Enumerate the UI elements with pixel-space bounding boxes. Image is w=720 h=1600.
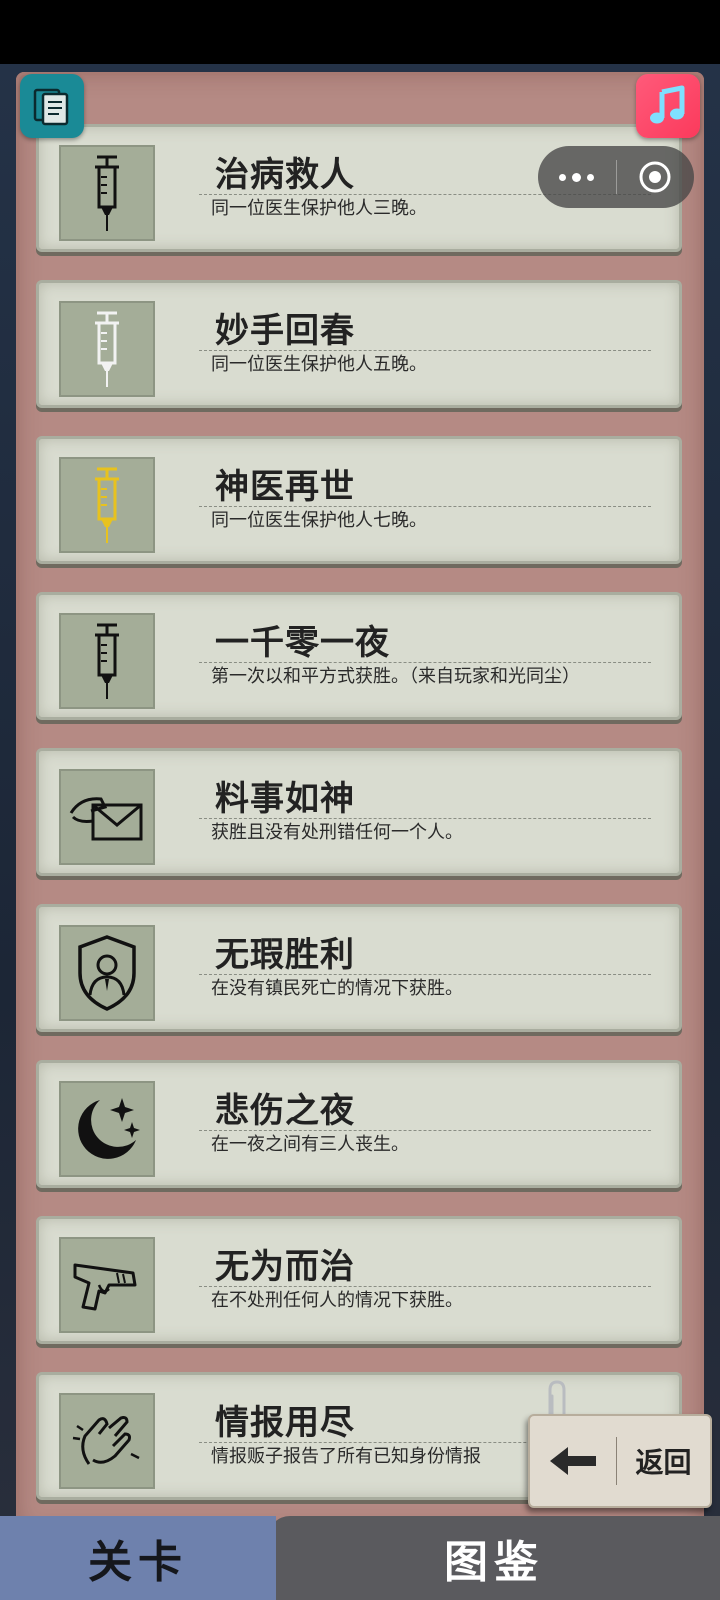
dashed-divider — [199, 818, 651, 819]
back-label: 返回 — [635, 1446, 692, 1479]
notes-button[interactable] — [20, 74, 84, 138]
achievement-description: 第一次以和平方式获胜。（来自玩家和光同尘） — [211, 666, 580, 687]
achievement-title: 治病救人 — [215, 155, 355, 195]
achievement-title: 悲伤之夜 — [215, 1091, 355, 1131]
achievement-card[interactable]: 神医再世同一位医生保护他人七晚。 — [36, 436, 682, 564]
target-icon — [639, 161, 671, 193]
achievement-description: 在没有镇民死亡的情况下获胜。 — [211, 978, 463, 999]
tab-collection[interactable]: 图鉴 — [268, 1516, 720, 1600]
achievement-card[interactable]: 妙手回春同一位医生保护他人五晚。 — [36, 280, 682, 408]
shield-person-icon — [72, 933, 142, 1013]
dashed-divider — [199, 974, 651, 975]
syringe-icon — [87, 621, 127, 701]
achievement-title: 一千零一夜 — [215, 623, 390, 663]
achievement-card[interactable]: 无为而治在不处刑任何人的情况下获胜。 — [36, 1216, 682, 1344]
achievement-thumbnail — [59, 145, 155, 241]
achievement-description: 在不处刑任何人的情况下获胜。 — [211, 1290, 463, 1311]
moon-stars-icon — [70, 1092, 144, 1166]
achievement-thumbnail — [59, 925, 155, 1021]
achievement-thumbnail — [59, 301, 155, 397]
achievement-thumbnail — [59, 769, 155, 865]
achievement-description: 获胜且没有处刑错任何一个人。 — [211, 822, 463, 843]
tab-levels[interactable]: 关卡 — [0, 1516, 276, 1600]
achievement-card[interactable]: 一千零一夜第一次以和平方式获胜。（来自玩家和光同尘） — [36, 592, 682, 720]
syringe-icon — [87, 153, 127, 233]
achievement-title: 情报用尽 — [215, 1403, 355, 1443]
dashed-divider — [199, 350, 651, 351]
pistol-icon — [69, 1255, 145, 1315]
clapping-hands-icon — [69, 1406, 145, 1476]
more-button[interactable] — [538, 146, 616, 208]
close-miniprogram-button[interactable] — [617, 146, 695, 208]
achievement-list[interactable]: 治病救人 同一位医生保护他人三晚。 妙手回春 同一位医生保护他人五晚。 神医再世 同一… — [36, 0, 682, 1516]
achievement-thumbnail — [59, 1393, 155, 1489]
achievement-description: 同一位医生保护他人七晚。 — [211, 510, 427, 531]
music-note-icon — [650, 85, 685, 124]
back-button[interactable]: 返回 — [528, 1414, 712, 1508]
syringe-icon — [87, 309, 127, 389]
dashed-divider — [199, 662, 651, 663]
miniprogram-capsule — [538, 146, 694, 208]
syringe-icon — [87, 465, 127, 545]
achievement-thumbnail — [59, 613, 155, 709]
achievement-description: 在一夜之间有三人丧生。 — [211, 1134, 409, 1155]
hand-envelope-icon — [67, 787, 147, 847]
achievement-title: 神医再世 — [215, 467, 355, 507]
achievement-title: 妙手回春 — [215, 311, 355, 351]
dashed-divider — [199, 1130, 651, 1131]
tab-bar: 图鉴 关卡 — [0, 1516, 720, 1600]
arrow-left-icon — [550, 1447, 596, 1475]
achievement-card[interactable]: 料事如神获胜且没有处刑错任何一个人。 — [36, 748, 682, 876]
achievement-thumbnail — [59, 1081, 155, 1177]
more-dots-icon — [559, 172, 595, 182]
achievement-thumbnail — [59, 1237, 155, 1333]
achievement-title: 无为而治 — [215, 1247, 355, 1287]
achievement-title: 料事如神 — [215, 779, 355, 819]
achievement-title: 无瑕胜利 — [215, 935, 355, 975]
music-button[interactable] — [636, 74, 700, 138]
achievement-card[interactable]: 悲伤之夜在一夜之间有三人丧生。 — [36, 1060, 682, 1188]
dashed-divider — [199, 1286, 651, 1287]
achievement-thumbnail — [59, 457, 155, 553]
achievement-card[interactable]: 无瑕胜利在没有镇民死亡的情况下获胜。 — [36, 904, 682, 1032]
achievement-description: 同一位医生保护他人五晚。 — [211, 354, 427, 375]
notes-icon — [33, 88, 69, 126]
dashed-divider — [199, 506, 651, 507]
